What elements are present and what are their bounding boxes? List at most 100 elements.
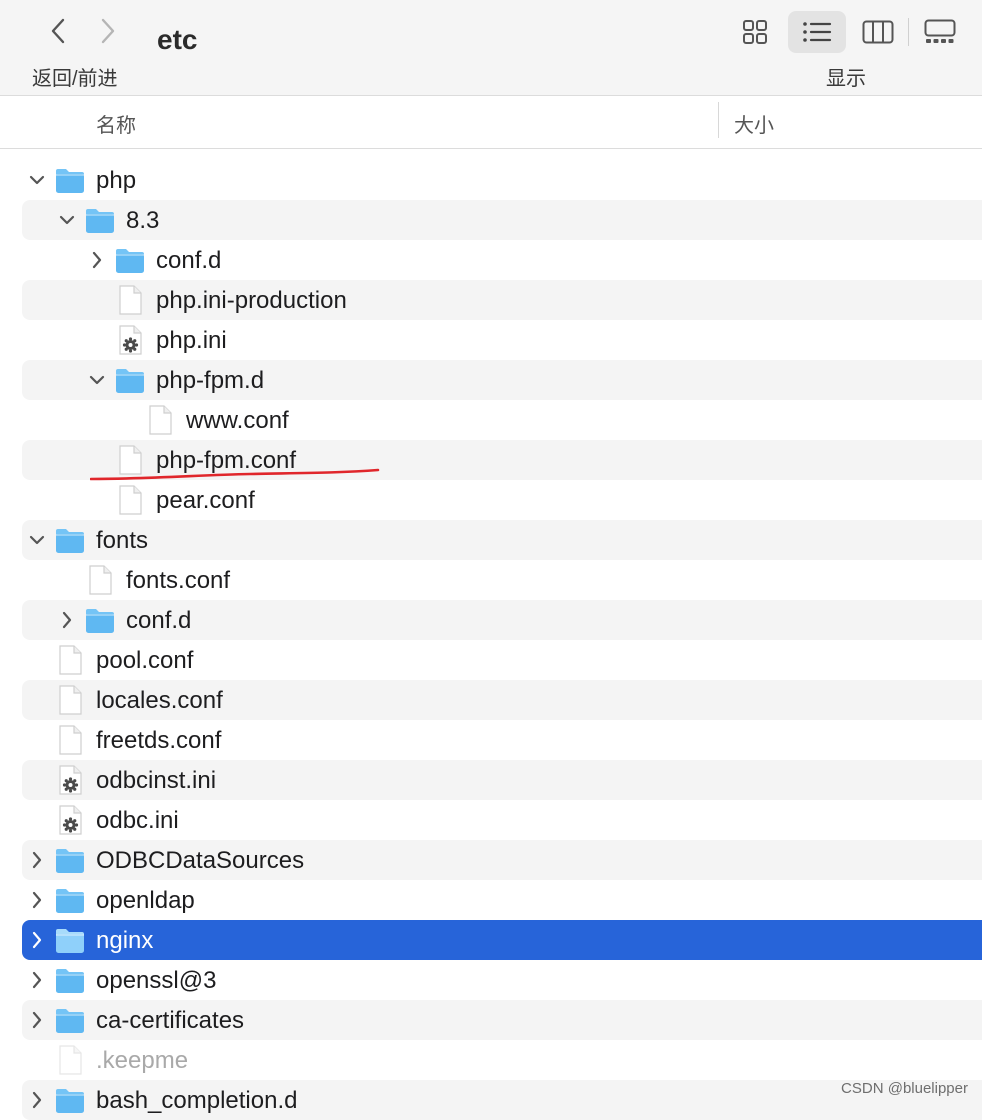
file-name: odbc.ini	[96, 807, 179, 834]
back-button[interactable]	[40, 12, 76, 50]
column-view-icon	[862, 20, 894, 44]
file-row-conf-d[interactable]: conf.d	[22, 240, 982, 280]
chevron-down-icon[interactable]	[28, 168, 46, 192]
document-icon	[54, 685, 86, 715]
file-name: pool.conf	[96, 647, 194, 674]
document-icon	[54, 725, 86, 755]
file-row-ca-certificates[interactable]: ca-certificates	[22, 1000, 982, 1040]
file-name: nginx	[96, 927, 154, 954]
view-separator	[908, 18, 909, 46]
file-row-fonts-conf[interactable]: fonts.conf	[22, 560, 982, 600]
chevron-right-icon[interactable]	[28, 848, 46, 872]
chevron-right-icon[interactable]	[88, 248, 106, 272]
watermark: CSDN @bluelipper	[841, 1080, 968, 1097]
file-row-pool-conf[interactable]: pool.conf	[22, 640, 982, 680]
file-row-php-fpm-d[interactable]: php-fpm.d	[22, 360, 982, 400]
chevron-right-icon[interactable]	[28, 968, 46, 992]
file-row-php-ini[interactable]: php.ini	[22, 320, 982, 360]
file-row-pear-conf[interactable]: pear.conf	[22, 480, 982, 520]
chevron-down-icon[interactable]	[28, 528, 46, 552]
column-resize-handle[interactable]	[718, 102, 719, 138]
document-icon	[54, 1045, 86, 1075]
column-header: 名称 大小	[0, 96, 982, 149]
file-name: openssl@3	[96, 967, 217, 994]
file-row-php-fpm-conf[interactable]: php-fpm.conf	[22, 440, 982, 480]
column-view-button[interactable]	[852, 11, 904, 53]
file-name: fonts.conf	[126, 567, 231, 594]
file-name: php-fpm.d	[156, 367, 265, 394]
file-row-nginx[interactable]: nginx	[22, 920, 982, 960]
file-row-8-3[interactable]: 8.3	[22, 200, 982, 240]
folder-icon	[54, 925, 86, 955]
file-row-bash-completion-d[interactable]: bash_completion.d	[22, 1080, 982, 1120]
chevron-left-icon	[51, 18, 65, 44]
forward-button[interactable]	[90, 12, 126, 50]
document-icon	[114, 445, 146, 475]
file-name: ODBCDataSources	[96, 847, 305, 874]
file-name: ca-certificates	[96, 1007, 245, 1034]
file-row-openldap[interactable]: openldap	[22, 880, 982, 920]
folder-icon	[54, 525, 86, 555]
file-name: 8.3	[126, 207, 160, 234]
column-size-header[interactable]: 大小	[734, 109, 774, 138]
file-name: .keepme	[96, 1047, 189, 1074]
chevron-right-icon[interactable]	[28, 888, 46, 912]
file-name: odbcinst.ini	[96, 767, 217, 794]
file-name: conf.d	[156, 247, 222, 274]
file-row-www-conf[interactable]: www.conf	[22, 400, 982, 440]
folder-icon	[54, 885, 86, 915]
folder-icon	[54, 1005, 86, 1035]
config-file-icon	[54, 805, 86, 835]
file-row-freetds-conf[interactable]: freetds.conf	[22, 720, 982, 760]
icon-view-grid-icon	[743, 20, 767, 44]
list-view-icon	[803, 22, 832, 42]
nav-label: 返回/前进	[32, 68, 118, 90]
gallery-view-icon	[924, 19, 956, 43]
chevron-down-icon[interactable]	[58, 208, 76, 232]
file-name: openldap	[96, 887, 195, 914]
file-name: conf.d	[126, 607, 192, 634]
file-row-php-ini-production[interactable]: php.ini-production	[22, 280, 982, 320]
file-name: php	[96, 167, 137, 194]
gallery-view-button[interactable]	[914, 11, 966, 53]
folder-icon	[114, 365, 146, 395]
file-row-fonts[interactable]: fonts	[22, 520, 982, 560]
chevron-right-icon[interactable]	[28, 1088, 46, 1112]
file-row-locales-conf[interactable]: locales.conf	[22, 680, 982, 720]
folder-icon	[54, 845, 86, 875]
file-row-openssl-3[interactable]: openssl@3	[22, 960, 982, 1000]
document-icon	[114, 285, 146, 315]
file-name: php.ini	[156, 327, 227, 354]
chevron-right-icon[interactable]	[28, 928, 46, 952]
file-name: www.conf	[186, 407, 289, 434]
file-name: locales.conf	[96, 687, 223, 714]
file-name: fonts	[96, 527, 149, 554]
window-title: etc	[157, 24, 198, 55]
config-file-icon	[114, 325, 146, 355]
folder-icon	[84, 605, 116, 635]
chevron-down-icon[interactable]	[88, 368, 106, 392]
document-icon	[144, 405, 176, 435]
file-row-odbcinst-ini[interactable]: odbcinst.ini	[22, 760, 982, 800]
file-row-odbcdatasources[interactable]: ODBCDataSources	[22, 840, 982, 880]
file-name: php-fpm.conf	[156, 447, 297, 474]
column-name-header[interactable]: 名称	[96, 109, 136, 138]
folder-icon	[84, 205, 116, 235]
file-row-php[interactable]: php	[22, 160, 982, 200]
file-name: bash_completion.d	[96, 1087, 298, 1114]
folder-icon	[114, 245, 146, 275]
document-icon	[84, 565, 116, 595]
file-row-conf-d[interactable]: conf.d	[22, 600, 982, 640]
folder-icon	[54, 165, 86, 195]
chevron-right-icon[interactable]	[58, 608, 76, 632]
file-row-odbc-ini[interactable]: odbc.ini	[22, 800, 982, 840]
list-view-button[interactable]	[788, 11, 846, 53]
chevron-right-icon[interactable]	[28, 1008, 46, 1032]
folder-icon	[54, 1085, 86, 1115]
config-file-icon	[54, 765, 86, 795]
view-label: 显示	[826, 68, 866, 90]
toolbar: 返回/前进 etc 显示	[0, 0, 982, 96]
file-name: freetds.conf	[96, 727, 222, 754]
file-row-keepme[interactable]: .keepme	[22, 1040, 982, 1080]
icon-view-button[interactable]	[729, 11, 781, 53]
